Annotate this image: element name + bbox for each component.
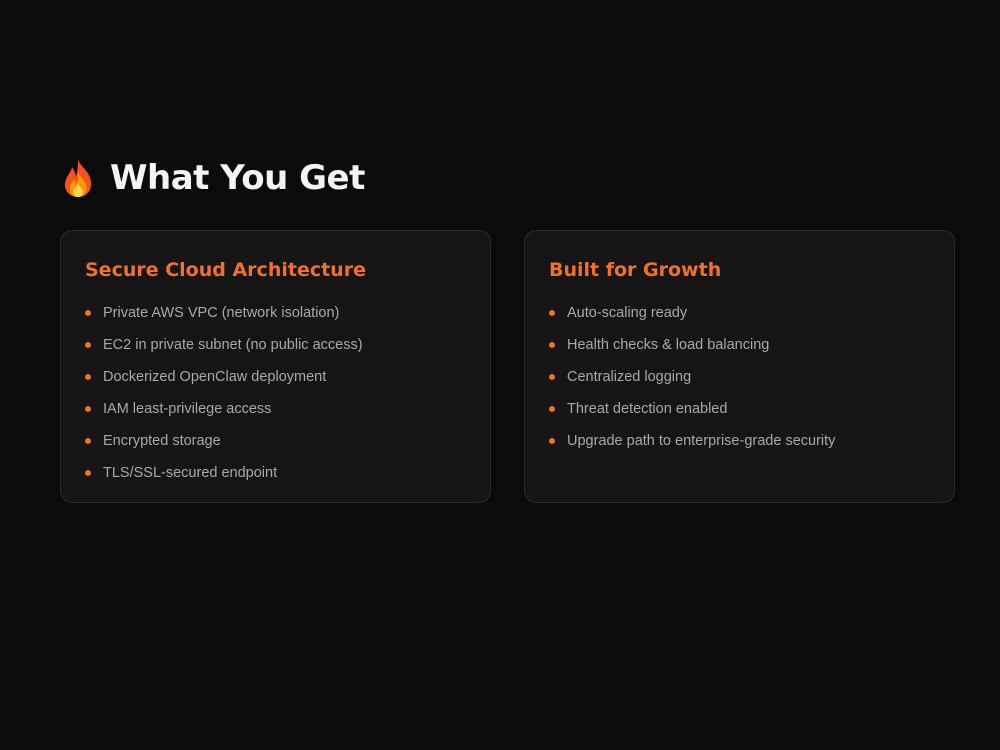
bullet-dot-icon	[85, 470, 91, 476]
card-title: Built for Growth	[549, 259, 722, 281]
bullet-dot-icon	[85, 406, 91, 412]
card-secure-cloud-architecture: Secure Cloud Architecture Private AWS VP…	[60, 230, 491, 503]
list-item-label: Auto-scaling ready	[567, 305, 688, 321]
bullet-dot-icon	[549, 406, 555, 412]
list-item-label: EC2 in private subnet (no public access)	[103, 337, 363, 353]
list-item: IAM least-privilege access	[85, 393, 466, 425]
section-heading: What You Get	[60, 156, 955, 200]
card-title: Secure Cloud Architecture	[85, 259, 366, 281]
section-title: What You Get	[110, 158, 365, 198]
list-item: Dockerized OpenClaw deployment	[85, 361, 466, 393]
list-item: Health checks & load balancing	[549, 329, 930, 361]
list-item: Threat detection enabled	[549, 393, 930, 425]
list-item: Centralized logging	[549, 361, 930, 393]
feature-list: Auto-scaling ready Health checks & load …	[549, 297, 930, 457]
bullet-dot-icon	[549, 310, 555, 316]
list-item: EC2 in private subnet (no public access)	[85, 329, 466, 361]
list-item-label: IAM least-privilege access	[103, 401, 272, 417]
list-item: Encrypted storage	[85, 425, 466, 457]
bullet-dot-icon	[85, 374, 91, 380]
card-built-for-growth: Built for Growth Auto-scaling ready Heal…	[524, 230, 955, 503]
what-you-get-section: What You Get Secure Cloud Architecture P…	[60, 156, 955, 503]
list-item-label: Centralized logging	[567, 369, 692, 385]
list-item-label: Dockerized OpenClaw deployment	[103, 369, 327, 385]
feature-cards: Secure Cloud Architecture Private AWS VP…	[60, 230, 955, 503]
list-item: Auto-scaling ready	[549, 297, 930, 329]
list-item-label: TLS/SSL-secured endpoint	[103, 465, 278, 481]
list-item: Upgrade path to enterprise-grade securit…	[549, 425, 930, 457]
bullet-dot-icon	[85, 342, 91, 348]
bullet-dot-icon	[85, 310, 91, 316]
list-item-label: Private AWS VPC (network isolation)	[103, 305, 340, 321]
bullet-dot-icon	[549, 438, 555, 444]
flame-icon	[60, 158, 96, 198]
list-item-label: Upgrade path to enterprise-grade securit…	[567, 433, 836, 449]
bullet-dot-icon	[549, 374, 555, 380]
list-item-label: Health checks & load balancing	[567, 337, 770, 353]
list-item-label: Encrypted storage	[103, 433, 221, 449]
list-item: TLS/SSL-secured endpoint	[85, 457, 466, 489]
bullet-dot-icon	[85, 438, 91, 444]
bullet-dot-icon	[549, 342, 555, 348]
feature-list: Private AWS VPC (network isolation) EC2 …	[85, 297, 466, 489]
list-item: Private AWS VPC (network isolation)	[85, 297, 466, 329]
list-item-label: Threat detection enabled	[567, 401, 728, 417]
